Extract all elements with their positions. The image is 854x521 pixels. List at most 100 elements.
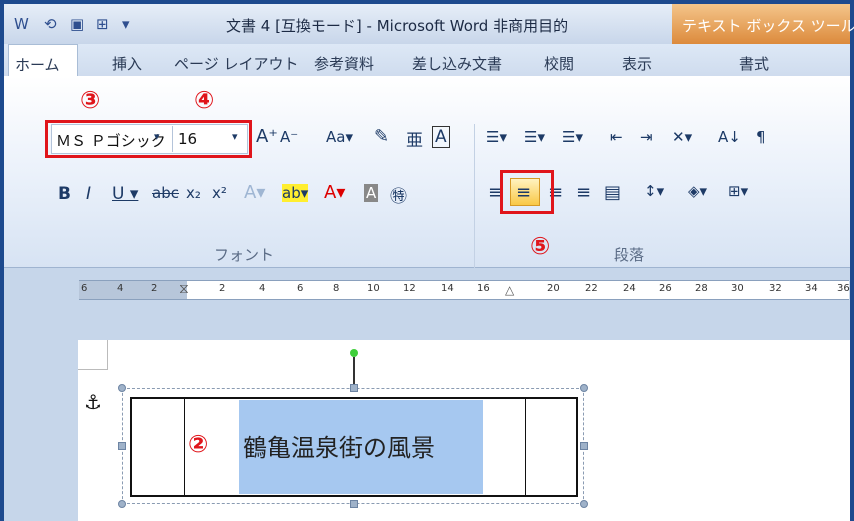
ruler-tick: 20 [547,283,560,294]
distributed-icon[interactable]: ▤ [604,182,621,203]
font-color-icon[interactable]: A▾ [324,182,345,203]
word-window: W ⟲ ▣ ⊞ ▾ 文書 4 [互換モード] - Microsoft Word … [0,0,854,521]
ruler-tick: 2 [151,283,158,294]
line-spacing-icon[interactable]: ↕▾ [644,182,664,200]
annotation-number-2: ② [188,430,209,458]
sort-icon[interactable]: A↓ [718,128,741,146]
right-indent-icon[interactable]: △ [505,283,514,297]
table-icon[interactable]: ⊞ [96,15,109,33]
font-group-label: フォント [214,246,275,264]
ruler-tick: 8 [333,283,340,294]
borders-icon[interactable]: ⊞▾ [728,182,748,200]
contextual-tab-label: テキスト ボックス ツール [682,17,854,35]
enclose-char-icon[interactable]: ㊕ [390,182,407,207]
annotation-number-4: ④ [194,86,215,114]
tab-mailings[interactable]: 差し込み文書 [412,53,502,74]
ruler-tick: 6 [81,283,88,294]
ruler-tick: 4 [259,283,266,294]
ruler-tick: 12 [403,283,416,294]
ribbon-tabs: ホーム 挿入 ページ レイアウト 参考資料 差し込み文書 校閲 表示 書式 [4,44,850,76]
ruler-tick: 26 [659,283,672,294]
resize-handle[interactable] [350,500,358,508]
group-divider [474,124,475,274]
resize-handle[interactable] [350,384,358,392]
ruler-tick: 36 [837,283,850,294]
ruler-tick: 4 [117,283,124,294]
annotation-number-5: ⑤ [530,232,551,260]
ruler-tick: 34 [805,283,818,294]
document-area: ⚓ 鶴亀温泉街の風景 ② [4,310,850,521]
indent-marker-icon[interactable]: ⧖ [179,281,189,297]
change-case-icon[interactable]: Aa▾ [326,128,353,146]
italic-icon[interactable]: I [86,184,91,204]
phonetic-guide-icon[interactable]: 亜 [406,126,423,151]
show-marks-icon[interactable]: ¶ [756,128,766,146]
rotation-handle[interactable] [350,349,358,357]
anchor-icon: ⚓ [84,390,102,414]
page[interactable]: ⚓ 鶴亀温泉街の風景 ② [78,340,850,521]
table-border [184,399,185,495]
multilevel-icon[interactable]: ☰▾ [562,128,583,146]
justify-icon[interactable]: ≡ [576,182,591,203]
asian-layout-icon[interactable]: ✕▾ [672,128,692,146]
resize-handle[interactable] [118,500,126,508]
annotation-number-3: ③ [80,86,101,114]
paragraph-group-label: 段落 [614,246,645,264]
resize-handle[interactable] [580,442,588,450]
decrease-indent-icon[interactable]: ⇤ [610,128,623,146]
highlight-icon[interactable]: ab▾ [282,184,309,202]
ruler-tick: 10 [367,283,380,294]
resize-handle[interactable] [118,384,126,392]
tab-page-layout[interactable]: ページ レイアウト [174,53,298,74]
resize-handle[interactable] [118,442,126,450]
ruler-tick: 28 [695,283,708,294]
ribbon: ＭＳ Ｐゴシック 16 ▾ ▾ A⁺ A⁻ Aa▾ ✎ 亜 A B I U ▾ … [4,76,850,274]
ruler-tick: 2 [219,283,226,294]
preview-icon[interactable]: ▣ [70,15,84,33]
annotation-box-align [500,170,554,214]
ruler-tick: 16 [477,283,490,294]
text-effect-icon[interactable]: A▾ [244,182,265,203]
tab-insert[interactable]: 挿入 [112,53,142,74]
ruler-tick: 14 [441,283,454,294]
underline-icon[interactable]: U ▾ [112,184,138,204]
char-border-icon[interactable]: A [432,126,450,148]
ruler-area: 6 4 2 2 4 6 8 10 12 14 16 20 22 24 26 28… [4,268,850,310]
subscript-icon[interactable]: x₂ [186,184,201,202]
grow-font-icon[interactable]: A⁺ [256,126,278,147]
tab-home[interactable]: ホーム [8,44,78,76]
ruler-tick: 30 [731,283,744,294]
strikethrough-icon[interactable]: abc [152,184,179,202]
ruler-tick: 32 [769,283,782,294]
undo-icon[interactable]: ⟲ [44,15,57,33]
word-logo-icon[interactable]: W [14,15,29,33]
numbering-icon[interactable]: ☰▾ [524,128,545,146]
bold-icon[interactable]: B [58,184,71,204]
resize-handle[interactable] [580,500,588,508]
superscript-icon[interactable]: x² [212,184,227,202]
tab-view[interactable]: 表示 [622,53,652,74]
ruler-tick: 6 [297,283,304,294]
ruler-tick: 24 [623,283,636,294]
clear-format-icon[interactable]: ✎ [374,126,389,147]
char-shading-icon[interactable]: A [364,184,379,202]
annotation-box-font [45,120,252,158]
tab-format[interactable]: 書式 [739,53,769,74]
horizontal-ruler[interactable]: 6 4 2 2 4 6 8 10 12 14 16 20 22 24 26 28… [79,280,850,300]
tab-references[interactable]: 参考資料 [314,53,374,74]
contextual-tab-header: テキスト ボックス ツール [672,4,854,44]
shading-icon[interactable]: ◈▾ [688,182,707,200]
table-border [525,399,526,495]
ruler-tick: 22 [585,283,598,294]
resize-handle[interactable] [580,384,588,392]
ruler-margin [79,281,187,299]
shrink-font-icon[interactable]: A⁻ [280,128,298,146]
tab-home-label: ホーム [15,56,60,74]
margin-corner [78,340,108,370]
increase-indent-icon[interactable]: ⇥ [640,128,653,146]
qat-customize-icon[interactable]: ▾ [122,15,130,33]
bullets-icon[interactable]: ☰▾ [486,128,507,146]
window-title: 文書 4 [互換モード] - Microsoft Word 非商用目的 [226,17,569,35]
document-heading[interactable]: 鶴亀温泉街の風景 [243,428,435,463]
tab-review[interactable]: 校閲 [544,53,574,74]
